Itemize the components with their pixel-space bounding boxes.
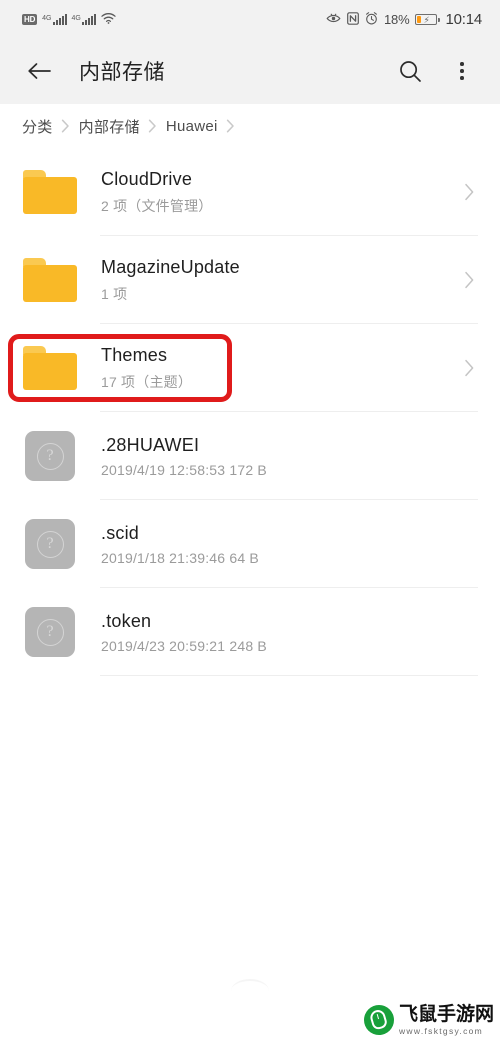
chevron-right-icon	[456, 359, 482, 377]
file-row[interactable]: MagazineUpdate 1 项	[0, 236, 500, 324]
file-name: .token	[101, 610, 152, 631]
battery-percent-label: 18%	[384, 11, 410, 27]
file-row[interactable]: ? .28HUAWEI 2019/4/19 12:58:53 172 B	[0, 412, 500, 500]
file-meta: 2 项（文件管理）	[101, 197, 213, 214]
file-meta: 2019/4/19 12:58:53 172 B	[101, 461, 267, 478]
more-options-button[interactable]	[446, 55, 478, 87]
file-row-text: CloudDrive 2 项（文件管理）	[101, 169, 456, 216]
folder-icon	[22, 164, 78, 220]
sim2-network-label: 4G	[71, 14, 81, 22]
file-name: CloudDrive	[101, 168, 193, 189]
alarm-clock-icon	[365, 11, 378, 27]
page-title: 内部存储	[79, 61, 165, 84]
gesture-hint-bar	[231, 979, 269, 991]
sim2-signal-icon: 4G	[71, 13, 96, 25]
search-icon	[399, 60, 421, 82]
wifi-icon	[101, 12, 116, 27]
file-meta: 2019/1/18 21:39:46 64 B	[101, 549, 259, 566]
unknown-file-icon: ?	[22, 604, 78, 660]
charging-bolt-icon: ⚡	[423, 14, 430, 25]
watermark-text: 飞鼠手游网 www.fsktgsy.com	[399, 1005, 494, 1036]
file-row[interactable]: CloudDrive 2 项（文件管理）	[0, 148, 500, 236]
file-row-text: MagazineUpdate 1 项	[101, 257, 456, 304]
file-row-text: .token 2019/4/23 20:59:21 248 B	[101, 611, 482, 654]
file-row-text: .scid 2019/1/18 21:39:46 64 B	[101, 523, 482, 566]
folder-icon	[22, 252, 78, 308]
breadcrumb-item-2[interactable]: Huawei	[166, 118, 218, 135]
file-meta: 17 项（主题）	[101, 373, 193, 390]
chevron-right-icon	[456, 271, 482, 289]
app-bar: 内部存储	[0, 38, 500, 104]
status-bar: HD 4G 4G 18% ⚡ 10:14	[0, 0, 500, 38]
breadcrumb-item-1[interactable]: 内部存储	[79, 116, 140, 137]
breadcrumb-item-0[interactable]: 分类	[22, 116, 53, 137]
file-row[interactable]: Themes 17 项（主题）	[0, 324, 500, 412]
breadcrumb: 分类 内部存储 Huawei	[0, 104, 500, 148]
file-row[interactable]: ? .token 2019/4/23 20:59:21 248 B	[0, 588, 500, 676]
file-name: .28HUAWEI	[101, 434, 200, 455]
watermark-url: www.fsktgsy.com	[398, 1025, 484, 1036]
status-bar-clock: 10:14	[445, 10, 482, 28]
hd-badge-icon: HD	[22, 13, 38, 25]
nfc-icon	[347, 11, 359, 27]
file-row[interactable]: ? .scid 2019/1/18 21:39:46 64 B	[0, 500, 500, 588]
chevron-right-icon	[142, 119, 164, 133]
watermark-title: 飞鼠手游网	[398, 1003, 494, 1025]
sim2-signal-bars	[81, 13, 96, 25]
back-button[interactable]	[22, 54, 56, 88]
back-arrow-icon	[28, 63, 51, 79]
file-list: CloudDrive 2 项（文件管理） MagazineUpdate 1 项 Them…	[0, 148, 500, 676]
status-bar-left: HD 4G 4G	[22, 12, 116, 27]
file-name: MagazineUpdate	[101, 256, 240, 277]
eye-comfort-icon	[326, 12, 341, 27]
mouse-logo-icon	[363, 1004, 394, 1035]
file-row-text: .28HUAWEI 2019/4/19 12:58:53 172 B	[101, 435, 482, 478]
file-meta: 1 项	[101, 285, 128, 302]
folder-icon	[22, 340, 78, 396]
app-bar-actions	[394, 55, 478, 87]
more-vertical-icon	[460, 62, 464, 80]
file-name: Themes	[101, 344, 168, 365]
file-row-text: Themes 17 项（主题）	[101, 345, 456, 392]
unknown-file-icon: ?	[22, 516, 78, 572]
row-divider	[100, 675, 478, 676]
sim1-signal-icon: 4G	[42, 13, 67, 25]
unknown-file-icon: ?	[22, 428, 78, 484]
file-meta: 2019/4/23 20:59:21 248 B	[101, 637, 267, 654]
file-name: .scid	[101, 522, 140, 543]
chevron-right-icon	[55, 119, 77, 133]
watermark: 飞鼠手游网 www.fsktgsy.com	[363, 1004, 494, 1036]
chevron-right-icon	[456, 183, 482, 201]
battery-charging-icon: ⚡	[415, 13, 440, 25]
chevron-right-icon	[220, 119, 242, 133]
sim1-signal-bars	[52, 13, 67, 25]
search-button[interactable]	[394, 55, 426, 87]
sim1-network-label: 4G	[42, 14, 52, 22]
status-bar-right: 18% ⚡ 10:14	[326, 11, 482, 28]
